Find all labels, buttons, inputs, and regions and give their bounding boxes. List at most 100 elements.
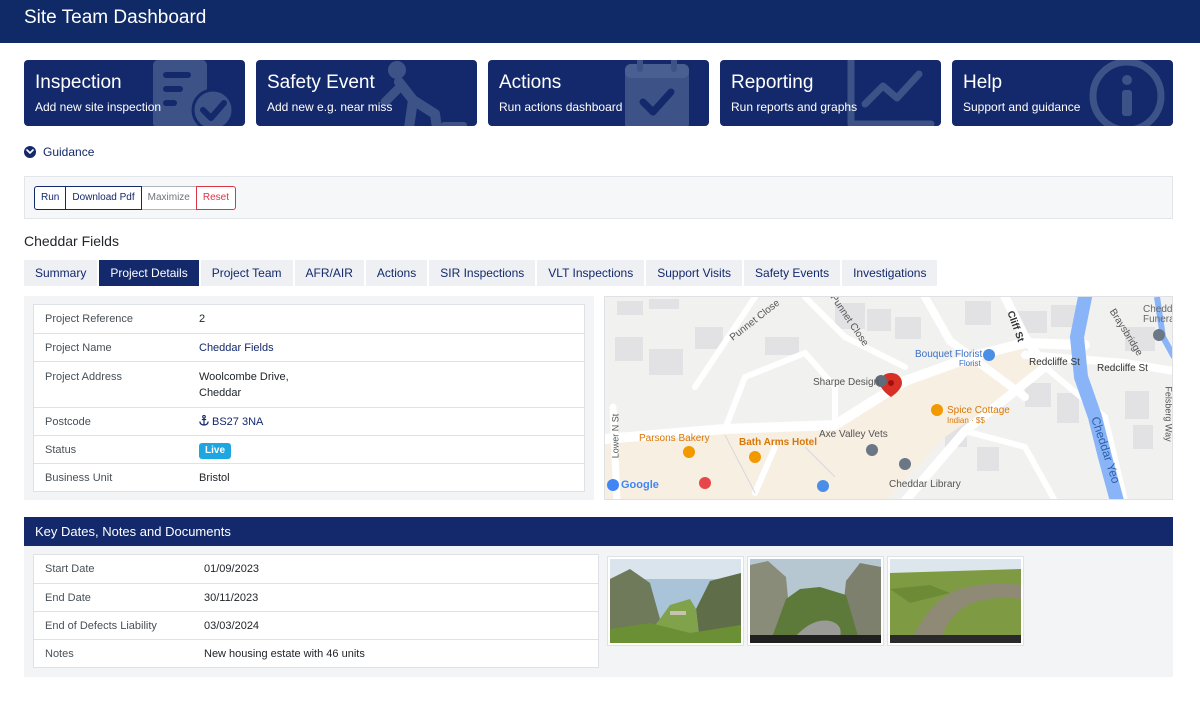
- document-thumbnail[interactable]: [607, 556, 744, 646]
- tile-title: Inspection: [35, 72, 122, 93]
- table-row: Start Date 01/09/2023: [34, 555, 598, 583]
- guidance-label: Guidance: [43, 145, 95, 159]
- reporting-tile[interactable]: Reporting Run reports and graphs: [720, 60, 941, 126]
- toolbar-button-group: Run Download Pdf Maximize Reset: [34, 186, 236, 210]
- reset-button[interactable]: Reset: [195, 186, 236, 210]
- tab-investigations[interactable]: Investigations: [842, 260, 938, 286]
- map-label-place: Spice Cottage: [947, 405, 1010, 416]
- map-label-place: Axe Valley Vets: [819, 429, 888, 440]
- tab-afr-air[interactable]: AFR/AIR: [294, 260, 364, 286]
- tab-support-visits[interactable]: Support Visits: [646, 260, 743, 286]
- tab-summary[interactable]: Summary: [24, 260, 98, 286]
- tab-project-details[interactable]: Project Details: [99, 260, 199, 286]
- field-label: Project Reference: [45, 313, 134, 325]
- field-label: End of Defects Liability: [45, 620, 157, 632]
- map-label-street: Lower N St: [610, 413, 621, 459]
- defects-date-value: 03/03/2024: [204, 620, 260, 632]
- field-label: End Date: [45, 592, 91, 604]
- table-row: Project Reference 2: [34, 305, 584, 333]
- anchor-icon: [199, 414, 209, 426]
- safety-event-tile[interactable]: Safety Event Add new e.g. near miss: [256, 60, 477, 126]
- map-label-place: Chedd Funera: [1143, 304, 1173, 325]
- postcode-value: BS27 3NA: [212, 416, 264, 428]
- field-label: Project Address: [45, 371, 123, 383]
- tab-vlt-inspections[interactable]: VLT Inspections: [537, 260, 645, 286]
- project-details-table: Project Reference 2 Project Name Cheddar…: [33, 304, 585, 492]
- tile-title: Help: [963, 72, 1003, 93]
- chevron-down-icon: [24, 146, 36, 158]
- info-circle-icon: [1089, 60, 1165, 126]
- map-label-place: Parsons Bakery: [639, 433, 710, 444]
- key-dates-table: Start Date 01/09/2023 End Date 30/11/202…: [33, 554, 599, 668]
- table-row: Notes New housing estate with 46 units: [34, 639, 598, 667]
- map-label-category: Indian · $$: [947, 416, 985, 425]
- document-thumbnail[interactable]: [887, 556, 1024, 646]
- table-row: End Date 30/11/2023: [34, 583, 598, 611]
- status-badge: Live: [199, 443, 232, 459]
- table-row: End of Defects Liability 03/03/2024: [34, 611, 598, 639]
- person-falling-icon: [380, 61, 467, 126]
- inspection-tile[interactable]: Inspection Add new site inspection: [24, 60, 245, 126]
- gorge-photo-image: [610, 559, 741, 643]
- field-label: Business Unit: [45, 472, 113, 484]
- table-row: Status Live: [34, 435, 584, 463]
- maximize-button[interactable]: Maximize: [141, 186, 197, 210]
- start-date-value: 01/09/2023: [204, 563, 260, 575]
- field-label: Status: [45, 444, 77, 456]
- tab-project-team[interactable]: Project Team: [200, 260, 293, 286]
- guidance-toggle[interactable]: Guidance: [24, 144, 94, 160]
- tile-subtitle: Add new e.g. near miss: [267, 100, 393, 114]
- project-details-panel: Project Reference 2 Project Name Cheddar…: [24, 296, 594, 500]
- section-title: Key Dates, Notes and Documents: [35, 524, 231, 539]
- line-chart-icon: [847, 60, 935, 126]
- map-label-street: Redcliffe St: [1029, 357, 1080, 368]
- actions-tile[interactable]: Actions Run actions dashboard: [488, 60, 709, 126]
- key-dates-header: Key Dates, Notes and Documents: [24, 517, 1173, 546]
- address-line-2: Cheddar: [199, 387, 242, 399]
- postcode-link[interactable]: BS27 3NA: [199, 408, 584, 435]
- download-pdf-button[interactable]: Download Pdf: [66, 186, 142, 210]
- project-address-value: Woolcombe Drive, Cheddar: [199, 369, 584, 407]
- project-title: Cheddar Fields: [24, 233, 119, 249]
- status-cell: Live: [199, 436, 584, 463]
- project-tabs: Summary Project Details Project Team AFR…: [24, 260, 939, 286]
- tile-subtitle: Add new site inspection: [35, 100, 162, 114]
- tile-title: Actions: [499, 72, 562, 93]
- help-tile[interactable]: Help Support and guidance: [952, 60, 1173, 126]
- tab-safety-events[interactable]: Safety Events: [744, 260, 841, 286]
- map-label-place: Cheddar Library: [889, 479, 961, 490]
- project-reference-value: 2: [199, 313, 206, 325]
- google-logo: Google: [621, 479, 659, 491]
- map-label-street: Felsberg Way: [1163, 386, 1173, 442]
- field-label: Project Name: [45, 342, 112, 354]
- clipboard-check-icon: [153, 60, 235, 126]
- run-button[interactable]: Run: [34, 186, 67, 210]
- notes-value: New housing estate with 46 units: [204, 648, 365, 660]
- business-unit-value: Bristol: [199, 472, 230, 484]
- field-label: Postcode: [45, 416, 91, 428]
- calendar-check-icon: [625, 60, 689, 126]
- tile-subtitle: Support and guidance: [963, 100, 1081, 114]
- map-label-place: Bath Arms Hotel: [739, 437, 817, 448]
- gorge-aerial-image: [890, 559, 1021, 643]
- table-row: Project Name Cheddar Fields: [34, 333, 584, 361]
- report-toolbar: Run Download Pdf Maximize Reset: [24, 176, 1173, 219]
- tile-subtitle: Run reports and graphs: [731, 100, 858, 114]
- tile-subtitle: Run actions dashboard: [499, 100, 623, 114]
- end-date-value: 30/11/2023: [204, 592, 259, 604]
- tab-sir-inspections[interactable]: SIR Inspections: [429, 260, 536, 286]
- field-label: Start Date: [45, 563, 95, 575]
- project-name-link[interactable]: Cheddar Fields: [199, 334, 584, 361]
- gorge-road-image: [750, 559, 881, 643]
- address-line-1: Woolcombe Drive,: [199, 371, 289, 383]
- location-map[interactable]: Punnet Close Punnet Close Cliff St Chedd…: [604, 296, 1173, 500]
- document-thumbnail[interactable]: [747, 556, 884, 646]
- app-title: Site Team Dashboard: [24, 7, 207, 28]
- table-row: Project Address Woolcombe Drive, Cheddar: [34, 361, 584, 407]
- field-label: Notes: [45, 648, 74, 660]
- table-row: Business Unit Bristol: [34, 463, 584, 491]
- map-canvas: [605, 297, 1172, 499]
- tab-actions[interactable]: Actions: [365, 260, 428, 286]
- map-label-place: Sharpe Design: [813, 377, 880, 388]
- tile-title: Reporting: [731, 72, 814, 93]
